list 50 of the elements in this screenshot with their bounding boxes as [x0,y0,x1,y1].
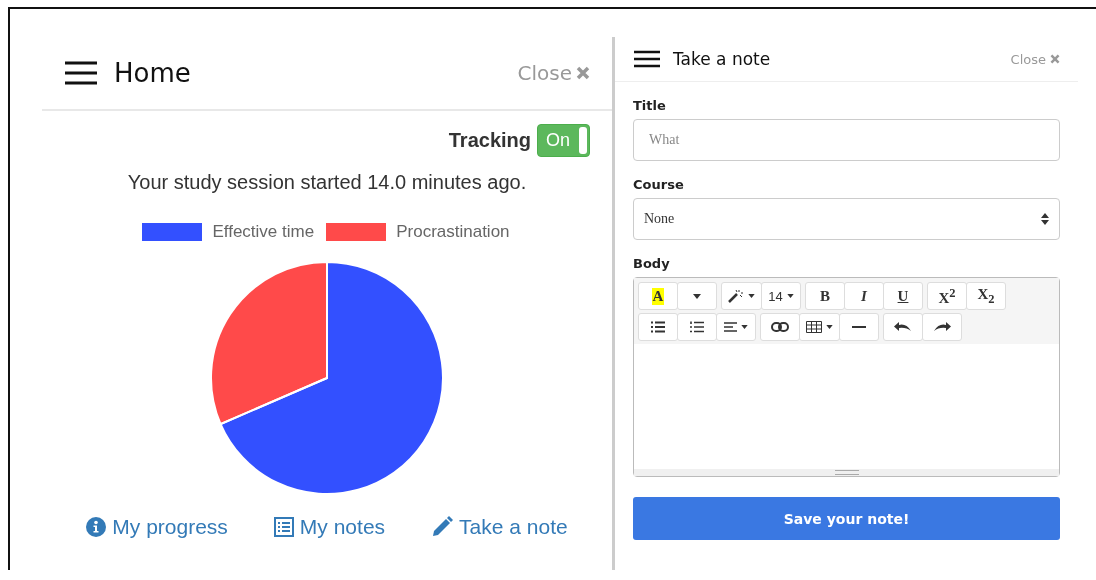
toolbar-button[interactable] [883,313,923,341]
sort-icon [1041,212,1049,226]
toolbar-button[interactable] [839,313,879,341]
bullet-list-icon [651,321,665,333]
toolbar-button[interactable] [716,313,756,341]
panel-title: Take a note [673,49,772,69]
menu-icon[interactable] [633,50,661,68]
body-editor[interactable]: A 14 B I U X$^{2}$ X$_{2}$ [633,277,1060,477]
pencil-icon [431,516,454,538]
course-select[interactable]: None [633,198,1060,240]
toolbar-button[interactable] [677,313,717,341]
field-label: Body [633,256,671,271]
toolbar-button[interactable]: A [638,282,678,310]
numbered-list-icon [690,321,704,333]
save-button[interactable]: Save your note! [633,497,1060,540]
close-icon [576,66,590,80]
table-icon [806,321,822,333]
legend-label: Procrastination [396,222,510,242]
toolbar-button[interactable] [638,313,678,341]
align-left-icon [724,322,737,332]
title-field[interactable]: What [633,119,1060,161]
legend-label: Effective time [212,222,315,242]
toolbar-button[interactable] [799,313,840,341]
toolbar-button[interactable]: X$_{2}$ [966,282,1006,310]
magic-wand-icon [728,289,744,303]
tracking-label: Tracking [448,129,531,152]
nav-link[interactable]: Take a note [431,515,568,539]
info-icon [86,517,107,537]
nav-link[interactable]: My progress [86,515,228,539]
nav-link[interactable]: My notes [273,515,386,539]
menu-icon[interactable] [64,61,98,85]
undo-icon [894,322,912,332]
link-icon [771,322,789,332]
session-text: Your study session started 14.0 minutes ago. [126,171,528,194]
field-label: Title [633,98,667,113]
toolbar-button[interactable]: X$^{2}$ [927,282,967,310]
toolbar-button[interactable]: U [883,282,923,310]
toolbar-button[interactable] [760,313,800,341]
caret-icon [693,293,701,299]
field-label: Course [633,177,685,192]
redo-icon [933,322,951,332]
panel-title: Home [114,58,192,88]
list-icon [273,517,294,537]
toolbar-button[interactable]: 14 [761,282,801,310]
close-icon [1050,54,1060,64]
toolbar-button[interactable]: I [844,282,884,310]
toolbar-button[interactable] [922,313,962,341]
toolbar-button[interactable]: B [805,282,845,310]
toolbar-button[interactable] [721,282,762,310]
horizontal-rule-icon [852,326,866,328]
